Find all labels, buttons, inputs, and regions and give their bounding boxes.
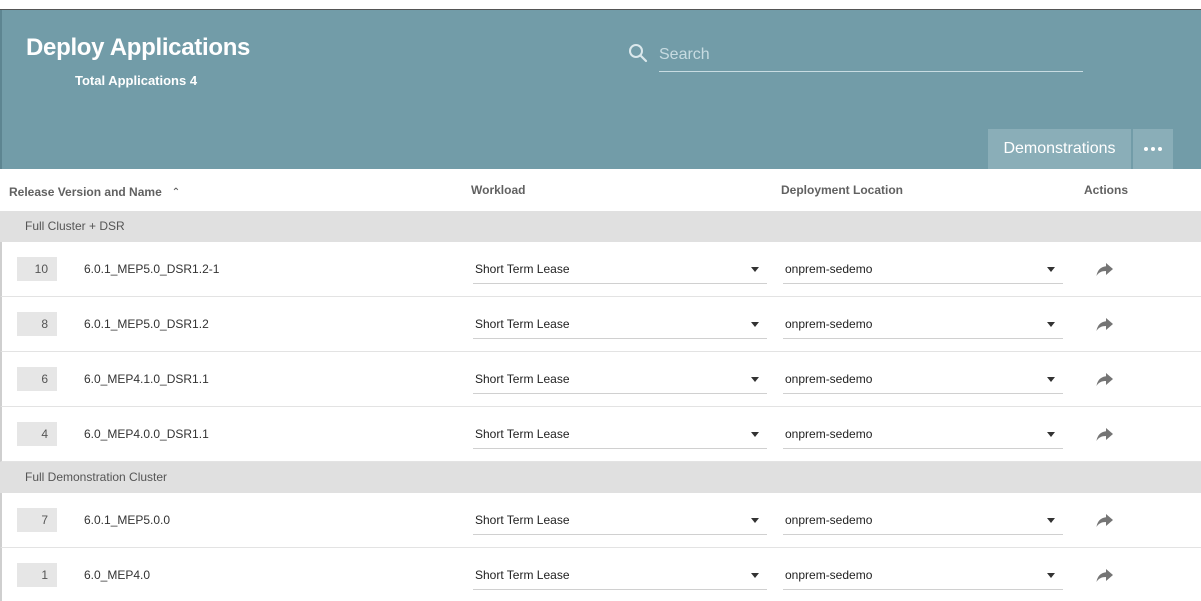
dropdown-arrow-icon <box>751 267 759 272</box>
location-value: onprem-sedemo <box>785 427 873 441</box>
location-select[interactable]: onprem-sedemo <box>783 420 1063 449</box>
table-row: 1 6.0_MEP4.0 Short Term Lease onprem-sedemo <box>0 548 1201 601</box>
workload-value: Short Term Lease <box>475 262 570 276</box>
dropdown-arrow-icon <box>751 573 759 578</box>
column-header-location: Deployment Location <box>781 183 904 197</box>
column-header-workload: Workload <box>471 183 526 197</box>
workload-value: Short Term Lease <box>475 513 570 527</box>
workload-select[interactable]: Short Term Lease <box>473 365 767 394</box>
deploy-share-icon[interactable] <box>1095 370 1115 388</box>
deploy-share-icon[interactable] <box>1095 260 1115 278</box>
version-badge: 6 <box>17 367 57 391</box>
more-icon-dot <box>1151 147 1155 151</box>
deploy-share-icon[interactable] <box>1095 566 1115 584</box>
workload-select[interactable]: Short Term Lease <box>473 310 767 339</box>
location-select[interactable]: onprem-sedemo <box>783 506 1063 535</box>
group-header: Full Demonstration Cluster <box>0 462 1201 493</box>
version-badge: 4 <box>17 422 57 446</box>
location-value: onprem-sedemo <box>785 568 873 582</box>
application-name: 6.0.1_MEP5.0_DSR1.2-1 <box>84 262 220 276</box>
chevron-up-icon[interactable]: ⌃ <box>172 187 180 198</box>
location-value: onprem-sedemo <box>785 262 873 276</box>
table-row: 8 6.0.1_MEP5.0_DSR1.2 Short Term Lease onpr… <box>0 297 1201 352</box>
dropdown-arrow-icon <box>1047 432 1055 437</box>
location-value: onprem-sedemo <box>785 513 873 527</box>
location-select[interactable]: onprem-sedemo <box>783 310 1063 339</box>
workload-value: Short Term Lease <box>475 317 570 331</box>
workload-value: Short Term Lease <box>475 427 570 441</box>
location-select[interactable]: onprem-sedemo <box>783 365 1063 394</box>
workload-value: Short Term Lease <box>475 568 570 582</box>
total-applications: Total Applications 4 <box>75 73 198 88</box>
dropdown-arrow-icon <box>1047 518 1055 523</box>
column-header-release-label: Release Version and Name <box>9 185 162 199</box>
version-badge: 8 <box>17 312 57 336</box>
workload-select[interactable]: Short Term Lease <box>473 420 767 449</box>
version-badge: 1 <box>17 563 57 587</box>
more-icon <box>1144 147 1148 151</box>
search-input[interactable] <box>659 38 1083 72</box>
more-icon-dot <box>1158 147 1162 151</box>
table-row: 6 6.0_MEP4.1.0_DSR1.1 Short Term Lease onpr… <box>0 352 1201 407</box>
dropdown-arrow-icon <box>751 322 759 327</box>
top-strip <box>0 0 1201 10</box>
column-header-release[interactable]: Release Version and Name ⌃ <box>9 185 180 199</box>
workload-select[interactable]: Short Term Lease <box>473 255 767 284</box>
version-badge: 10 <box>17 257 57 281</box>
application-name: 6.0.1_MEP5.0_DSR1.2 <box>84 317 209 331</box>
dropdown-arrow-icon <box>751 432 759 437</box>
location-select[interactable]: onprem-sedemo <box>783 561 1063 590</box>
workload-select[interactable]: Short Term Lease <box>473 506 767 535</box>
dropdown-arrow-icon <box>1047 322 1055 327</box>
column-header-actions: Actions <box>1084 183 1129 197</box>
search-icon <box>629 44 648 63</box>
application-name: 6.0_MEP4.1.0_DSR1.1 <box>84 372 209 386</box>
deploy-share-icon[interactable] <box>1095 425 1115 443</box>
dropdown-arrow-icon <box>1047 267 1055 272</box>
table-row: 10 6.0.1_MEP5.0_DSR1.2-1 Short Term Lease o… <box>0 242 1201 297</box>
table-row: 4 6.0_MEP4.0.0_DSR1.1 Short Term Lease onpr… <box>0 407 1201 462</box>
version-badge: 7 <box>17 508 57 532</box>
application-name: 6.0_MEP4.0 <box>84 568 151 582</box>
workload-value: Short Term Lease <box>475 372 570 386</box>
dropdown-arrow-icon <box>1047 573 1055 578</box>
workload-select[interactable]: Short Term Lease <box>473 561 767 590</box>
group-header: Full Cluster + DSR <box>0 211 1201 242</box>
deploy-share-icon[interactable] <box>1095 511 1115 529</box>
location-value: onprem-sedemo <box>785 317 873 331</box>
dropdown-arrow-icon <box>751 377 759 382</box>
application-name: 6.0.1_MEP5.0.0 <box>84 513 171 527</box>
table-header: Release Version and Name ⌃ Workload Deplo… <box>0 169 1201 211</box>
location-value: onprem-sedemo <box>785 372 873 386</box>
page-header: Deploy Applications Total Applications 4… <box>0 10 1201 169</box>
more-options-button[interactable] <box>1133 129 1173 169</box>
page-title: Deploy Applications <box>26 34 251 61</box>
dropdown-arrow-icon <box>1047 377 1055 382</box>
demonstrations-button[interactable]: Demonstrations <box>988 129 1131 169</box>
table-row: 7 6.0.1_MEP5.0.0 Short Term Lease onprem-se… <box>0 493 1201 548</box>
location-select[interactable]: onprem-sedemo <box>783 255 1063 284</box>
deploy-share-icon[interactable] <box>1095 315 1115 333</box>
dropdown-arrow-icon <box>751 518 759 523</box>
application-name: 6.0_MEP4.0.0_DSR1.1 <box>84 427 209 441</box>
